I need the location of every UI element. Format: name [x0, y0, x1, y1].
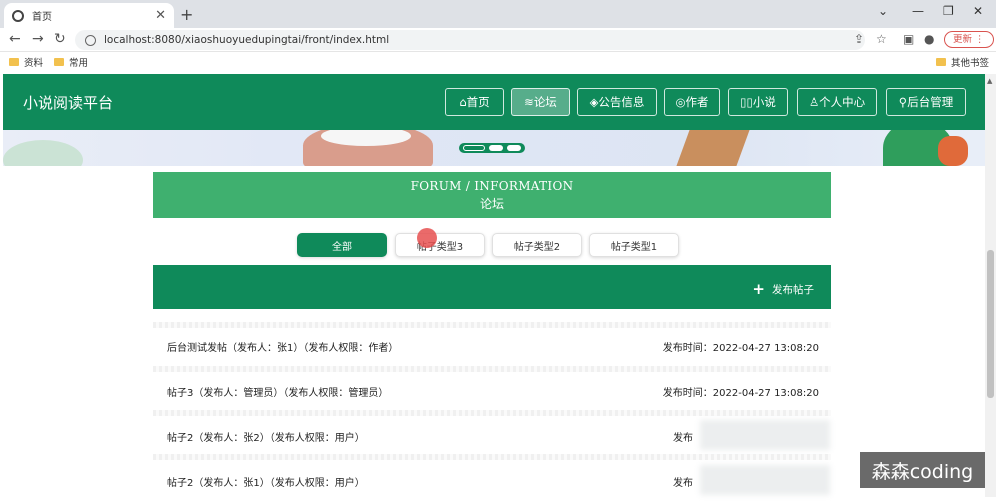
post-title[interactable]: 后台测试发帖（发布人：张1）（发布人权限：作者）: [167, 339, 398, 354]
nav-home[interactable]: ⌂ 首页: [445, 88, 504, 116]
cursor-highlight: [417, 228, 437, 248]
site-brand[interactable]: 小说阅读平台: [23, 92, 113, 113]
user-icon: ♙: [808, 95, 820, 109]
link-icon: ⚲: [898, 95, 908, 109]
forum-icon: ≋: [524, 95, 534, 109]
carousel-dot[interactable]: [489, 145, 503, 151]
banner-decoration: [938, 136, 968, 166]
close-window-icon[interactable]: ✕: [973, 4, 983, 18]
minimize-icon[interactable]: —: [912, 4, 924, 18]
back-icon[interactable]: ←: [9, 31, 21, 47]
post-time: 发布: [673, 433, 693, 444]
new-tab-button[interactable]: +: [180, 5, 193, 24]
post-title[interactable]: 帖子3（发布人：管理员）（发布人权限：管理员）: [167, 384, 388, 399]
folder-icon: [9, 58, 19, 66]
bookmark-star-icon[interactable]: ☆: [876, 32, 887, 46]
forum-title-bar: FORUM / INFORMATION 论坛: [153, 172, 831, 218]
book-icon: ▯▯: [740, 95, 753, 109]
blurred-region: [700, 420, 830, 450]
browser-tab[interactable]: 首页 ✕: [4, 3, 174, 28]
bookmark-folder-ziliao[interactable]: 资料: [9, 55, 43, 69]
post-time: 发布时间：2022-04-27 13:08:20: [662, 343, 819, 354]
forward-icon[interactable]: →: [32, 31, 44, 47]
restore-icon[interactable]: ❐: [943, 4, 954, 18]
carousel-dot[interactable]: [463, 145, 485, 151]
post-row[interactable]: 后台测试发帖（发布人：张1）（发布人权限：作者） 发布时间：2022-04-27…: [153, 326, 831, 366]
plus-icon: +: [752, 280, 765, 298]
globe-icon: [12, 9, 24, 22]
nav-announcements[interactable]: ◈ 公告信息: [577, 88, 657, 116]
post-title[interactable]: 帖子2（发布人：张1）（发布人权限：用户）: [167, 474, 365, 489]
reload-icon[interactable]: ↻: [54, 31, 66, 47]
post-row[interactable]: 帖子3（发布人：管理员）（发布人权限：管理员） 发布时间：2022-04-27 …: [153, 371, 831, 411]
nav-profile[interactable]: ♙ 个人中心: [797, 88, 877, 116]
nav-admin[interactable]: ⚲ 后台管理: [886, 88, 966, 116]
banner-decoration: [3, 140, 83, 166]
carousel-indicators: [459, 143, 525, 153]
home-icon: ⌂: [459, 95, 467, 109]
address-bar-row: ← → ↻ localhost:8080/xiaoshuoyuedupingta…: [0, 28, 996, 52]
banner-decoration: [676, 130, 750, 166]
browser-tab-bar: 首页 ✕ + ⌄ — ❐ ✕: [0, 0, 996, 28]
nav-novels[interactable]: ▯▯ 小说: [728, 88, 788, 116]
profile-icon[interactable]: ●: [924, 32, 934, 46]
category-type1[interactable]: 帖子类型1: [589, 233, 679, 257]
site-header: 小说阅读平台 ⌂ 首页 ≋ 论坛 ◈ 公告信息 ◎ 作者 ▯▯ 小说 ♙ 个人中心 ⚲ 后台管…: [3, 74, 985, 130]
author-icon: ◎: [675, 95, 686, 109]
category-type3[interactable]: 帖子类型3: [395, 233, 485, 257]
tab-search-icon[interactable]: ⌄: [878, 4, 888, 18]
post-time: 发布时间：2022-04-27 13:08:20: [662, 388, 819, 399]
bookmarks-bar: 资料 常用 其他书签: [0, 52, 996, 72]
category-type2[interactable]: 帖子类型2: [492, 233, 582, 257]
nav-forum[interactable]: ≋ 论坛: [511, 88, 570, 116]
scroll-up-icon[interactable]: ▲: [987, 77, 992, 85]
tab-close-button[interactable]: ✕: [155, 8, 166, 23]
url-input[interactable]: localhost:8080/xiaoshuoyuedupingtai/fron…: [75, 30, 865, 50]
scrollbar-thumb[interactable]: [987, 250, 994, 398]
tab-title: 首页: [32, 12, 52, 23]
sidepanel-icon[interactable]: ▣: [903, 32, 914, 46]
share-icon[interactable]: ⇪: [854, 32, 864, 46]
site-info-icon[interactable]: [85, 34, 96, 46]
folder-icon: [936, 58, 946, 66]
publish-post-button[interactable]: + 发布帖子: [752, 280, 814, 298]
carousel-banner: [3, 130, 985, 166]
forum-title-en: FORUM / INFORMATION: [410, 179, 574, 193]
post-time: 发布: [673, 478, 693, 489]
category-all[interactable]: 全部: [297, 233, 387, 257]
blurred-region: [700, 465, 830, 495]
update-button[interactable]: 更新 ⋮: [944, 31, 994, 48]
nav-authors[interactable]: ◎ 作者: [664, 88, 720, 116]
bookmark-folder-changyong[interactable]: 常用: [54, 55, 88, 69]
url-text: localhost:8080/xiaoshuoyuedupingtai/fron…: [104, 34, 390, 46]
post-action-bar: + 发布帖子: [153, 265, 831, 309]
row-divider: [153, 454, 831, 460]
post-title[interactable]: 帖子2（发布人：张2）（发布人权限：用户）: [167, 429, 365, 444]
carousel-dot[interactable]: [507, 145, 521, 151]
announcement-icon: ◈: [589, 95, 599, 109]
folder-icon: [54, 58, 64, 66]
other-bookmarks[interactable]: 其他书签: [936, 55, 989, 69]
forum-title-cn: 论坛: [479, 197, 504, 211]
watermark: 森森coding: [860, 452, 985, 488]
